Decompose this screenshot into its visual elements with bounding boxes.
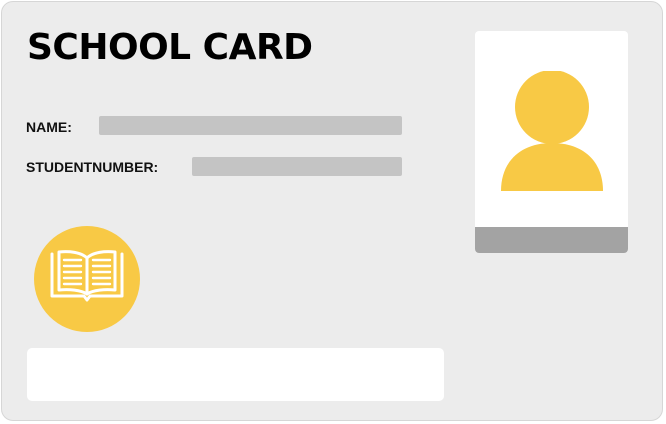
photo-strip [475,227,628,253]
book-badge [34,226,140,332]
open-book-icon [50,250,124,302]
person-avatar-icon [501,71,603,191]
card-title: SCHOOL CARD [27,27,313,68]
student-number-label: STUDENTNUMBER: [26,159,159,175]
name-field [99,116,402,135]
school-card: SCHOOL CARD NAME: STUDENTNUMBER: [1,1,663,421]
student-number-field [192,157,402,176]
name-label: NAME: [26,119,72,135]
photo-frame [475,31,628,253]
signature-box [27,348,444,401]
